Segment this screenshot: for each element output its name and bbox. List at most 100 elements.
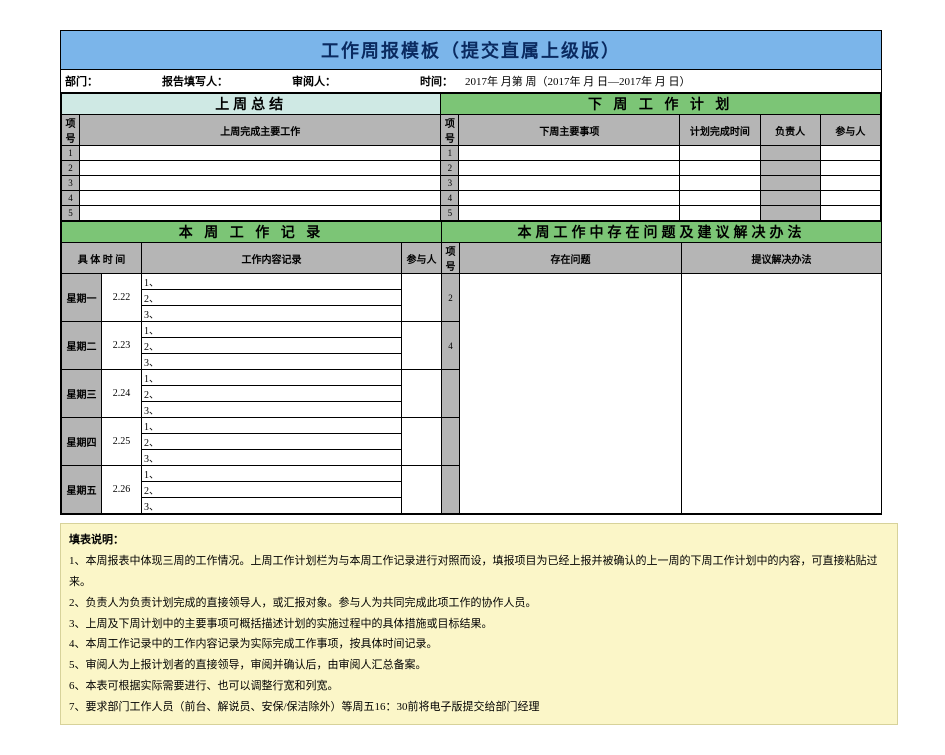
day-date: 2.23: [102, 322, 142, 370]
work-line[interactable]: 3、: [142, 402, 402, 418]
seq-hdr-l: 项号: [62, 115, 80, 146]
cell[interactable]: [459, 146, 680, 161]
cell[interactable]: [820, 191, 880, 206]
cell[interactable]: [820, 206, 880, 221]
cell[interactable]: [760, 161, 820, 176]
cell[interactable]: [760, 206, 820, 221]
day-label: 星期五: [62, 466, 102, 514]
note-line: 3、上周及下周计划中的主要事项可概括描述计划的实施过程中的具体措施或目标结果。: [69, 614, 889, 635]
work-line[interactable]: 1、: [142, 418, 402, 434]
secB-suggest-hdr: 提议解决办法: [682, 243, 882, 274]
cell[interactable]: [80, 206, 441, 221]
note-line: 7、要求部门工作人员（前台、解说员、安保/保洁除外）等周五16：30前将电子版提…: [69, 697, 889, 718]
work-line[interactable]: 3、: [142, 450, 402, 466]
reporter-label: 报告填写人：: [162, 73, 228, 89]
notes-title: 填表说明：: [69, 530, 889, 551]
cell[interactable]: [80, 191, 441, 206]
table-row-seq: 3: [441, 176, 459, 191]
cell[interactable]: [760, 146, 820, 161]
work-line[interactable]: 3、: [142, 498, 402, 514]
cell[interactable]: [402, 418, 442, 466]
reviewer-label: 审阅人：: [292, 73, 336, 89]
table-row-seq: 2: [441, 161, 459, 176]
cell[interactable]: [760, 191, 820, 206]
note-line: 2、负责人为负责计划完成的直接领导人，或汇报对象。参与人为共同完成此项工作的协作…: [69, 593, 889, 614]
day-date: 2.25: [102, 418, 142, 466]
secB-right-title: 本周工作中存在问题及建议解决办法: [442, 222, 882, 243]
day-label: 星期四: [62, 418, 102, 466]
day-label: 星期二: [62, 322, 102, 370]
secB-issue-hdr: 存在问题: [460, 243, 682, 274]
secB-content-hdr: 工作内容记录: [142, 243, 402, 274]
time-value: 2017年 月第 周（2017年 月 日—2017年 月 日）: [465, 73, 691, 89]
cell[interactable]: [80, 146, 441, 161]
notes-box: 填表说明： 1、本周报表中体现三周的工作情况。上周工作计划栏为与本周工作记录进行…: [60, 523, 898, 725]
info-row: 部门： 报告填写人： 审阅人： 时间： 2017年 月第 周（2017年 月 日…: [61, 70, 881, 93]
table-row-seq: 2: [62, 161, 80, 176]
day-label: 星期一: [62, 274, 102, 322]
cell[interactable]: [402, 370, 442, 418]
secA-item: 下周主要事项: [459, 115, 680, 146]
work-line[interactable]: 2、: [142, 386, 402, 402]
issue-seq: 2: [442, 274, 460, 322]
day-date: 2.22: [102, 274, 142, 322]
issue-seq: 4: [442, 322, 460, 370]
table-row-seq: 5: [441, 206, 459, 221]
cell[interactable]: [80, 161, 441, 176]
cell[interactable]: [402, 322, 442, 370]
note-line: 4、本周工作记录中的工作内容记录为实际完成工作事项，按具体时间记录。: [69, 634, 889, 655]
cell[interactable]: [402, 274, 442, 322]
secA-time: 计划完成时间: [680, 115, 760, 146]
issue-cell[interactable]: [460, 274, 682, 514]
issue-seq: [442, 466, 460, 514]
cell[interactable]: [680, 161, 760, 176]
work-line[interactable]: 1、: [142, 274, 402, 290]
seq-hdr-r: 项号: [441, 115, 459, 146]
table-row-seq: 3: [62, 176, 80, 191]
cell[interactable]: [820, 146, 880, 161]
main-title: 工作周报模板（提交直属上级版）: [61, 31, 881, 70]
suggest-cell[interactable]: [682, 274, 882, 514]
secB-seq-hdr: 项号: [442, 243, 460, 274]
work-line[interactable]: 1、: [142, 370, 402, 386]
day-date: 2.24: [102, 370, 142, 418]
section-b-table: 本 周 工 作 记 录 本周工作中存在问题及建议解决办法 具 体 时 间 工作内…: [61, 221, 882, 514]
cell[interactable]: [680, 146, 760, 161]
secA-part: 参与人: [820, 115, 880, 146]
cell[interactable]: [820, 161, 880, 176]
table-row-seq: 4: [441, 191, 459, 206]
work-line[interactable]: 1、: [142, 322, 402, 338]
note-line: 5、审阅人为上报计划者的直接领导，审阅并确认后，由审阅人汇总备案。: [69, 655, 889, 676]
report-sheet: 工作周报模板（提交直属上级版） 部门： 报告填写人： 审阅人： 时间： 2017…: [60, 30, 882, 515]
cell[interactable]: [680, 176, 760, 191]
work-line[interactable]: 1、: [142, 466, 402, 482]
secA-left-col: 上周完成主要工作: [80, 115, 441, 146]
cell[interactable]: [80, 176, 441, 191]
cell[interactable]: [459, 206, 680, 221]
cell[interactable]: [459, 161, 680, 176]
secB-part-hdr: 参与人: [402, 243, 442, 274]
work-line[interactable]: 2、: [142, 482, 402, 498]
cell[interactable]: [459, 176, 680, 191]
work-line[interactable]: 2、: [142, 338, 402, 354]
work-line[interactable]: 2、: [142, 290, 402, 306]
cell[interactable]: [402, 466, 442, 514]
cell[interactable]: [760, 176, 820, 191]
secA-right-title: 下 周 工 作 计 划: [441, 94, 881, 115]
work-line[interactable]: 3、: [142, 306, 402, 322]
day-label: 星期三: [62, 370, 102, 418]
work-line[interactable]: 2、: [142, 434, 402, 450]
table-row-seq: 5: [62, 206, 80, 221]
time-label: 时间：: [420, 73, 453, 89]
cell[interactable]: [459, 191, 680, 206]
table-row-seq: 4: [62, 191, 80, 206]
secB-left-title: 本 周 工 作 记 录: [62, 222, 442, 243]
cell[interactable]: [680, 191, 760, 206]
secA-left-title: 上周总结: [62, 94, 441, 115]
secA-owner: 负责人: [760, 115, 820, 146]
table-row-seq: 1: [62, 146, 80, 161]
day-date: 2.26: [102, 466, 142, 514]
cell[interactable]: [680, 206, 760, 221]
cell[interactable]: [820, 176, 880, 191]
work-line[interactable]: 3、: [142, 354, 402, 370]
